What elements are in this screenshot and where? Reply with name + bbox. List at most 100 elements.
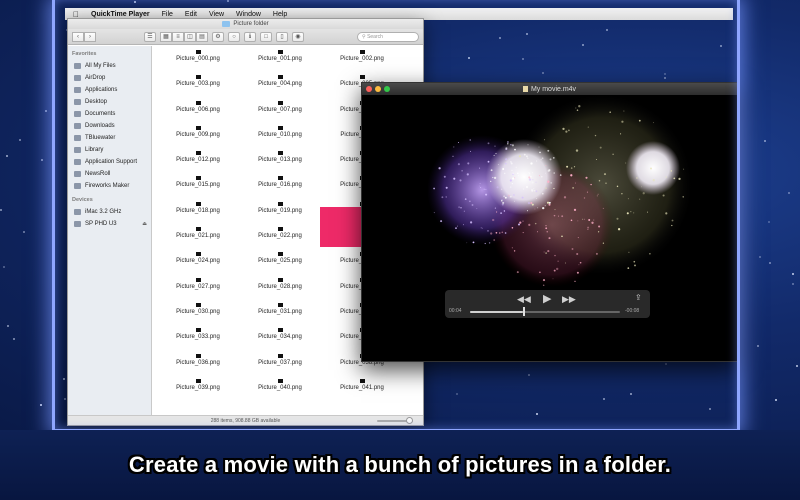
- minimize-icon[interactable]: [375, 86, 381, 92]
- file-item[interactable]: Picture_013.png: [239, 148, 321, 173]
- file-item[interactable]: Picture_028.png: [239, 275, 321, 300]
- menu-help[interactable]: Help: [273, 11, 287, 18]
- file-item[interactable]: Picture_021.png: [157, 224, 239, 249]
- menu-window[interactable]: Window: [236, 11, 261, 18]
- file-item[interactable]: Picture_037.png: [239, 351, 321, 376]
- file-item[interactable]: Picture_012.png: [157, 148, 239, 173]
- file-item[interactable]: Picture_010.png: [239, 123, 321, 148]
- fast-forward-button[interactable]: ▶▶: [562, 295, 576, 304]
- firework-small-white: [626, 141, 680, 195]
- player-titlebar[interactable]: My movie.m4v: [362, 83, 737, 95]
- menu-file[interactable]: File: [162, 11, 173, 18]
- file-item[interactable]: Picture_025.png: [239, 249, 321, 274]
- forward-button[interactable]: ›: [84, 31, 96, 42]
- sparkle: [673, 177, 676, 180]
- file-item[interactable]: Picture_019.png: [239, 199, 321, 224]
- file-item[interactable]: Picture_000.png: [157, 47, 239, 72]
- chevron-right-icon: ›: [89, 33, 91, 40]
- sparkle: [534, 208, 536, 210]
- sparkle: [478, 185, 480, 187]
- sidebar-item-documents[interactable]: Documents: [68, 108, 151, 120]
- rewind-button[interactable]: ◀◀: [517, 295, 531, 304]
- file-item[interactable]: Picture_022.png: [239, 224, 321, 249]
- action-button[interactable]: ⚙: [212, 31, 224, 42]
- file-item[interactable]: Picture_016.png: [239, 173, 321, 198]
- scrubber-playhead[interactable]: [523, 307, 525, 316]
- sparkle: [513, 200, 516, 202]
- tags-button[interactable]: ○: [228, 31, 240, 42]
- eject-icon[interactable]: ⏏: [142, 221, 147, 227]
- file-item[interactable]: Picture_031.png: [239, 300, 321, 325]
- file-item[interactable]: Picture_039.png: [157, 376, 239, 401]
- file-item[interactable]: Picture_015.png: [157, 173, 239, 198]
- share-icon[interactable]: ⇪: [635, 294, 642, 302]
- sidebar-item-fireworks-maker[interactable]: Fireworks Maker: [68, 180, 151, 192]
- file-item[interactable]: Picture_034.png: [239, 325, 321, 350]
- menu-view[interactable]: View: [209, 11, 224, 18]
- file-item[interactable]: Picture_009.png: [157, 123, 239, 148]
- sidebar-item-downloads[interactable]: Downloads: [68, 120, 151, 132]
- sparkle: [526, 157, 528, 159]
- close-icon[interactable]: [366, 86, 372, 92]
- sidebar-item-application-support[interactable]: Application Support: [68, 156, 151, 168]
- sidebar-item-library[interactable]: Library: [68, 144, 151, 156]
- sidebar-item-newsroll[interactable]: NewsRoll: [68, 168, 151, 180]
- sidebar-device-sp-phd-u3[interactable]: SP PHD U3 ⏏: [68, 218, 151, 230]
- sparkle: [457, 141, 460, 144]
- sparkle: [503, 172, 506, 175]
- menu-app-name[interactable]: QuickTime Player: [91, 11, 150, 18]
- sidebar-item-label: Applications: [85, 87, 118, 93]
- sparkle: [466, 242, 468, 244]
- file-item[interactable]: Picture_030.png: [157, 300, 239, 325]
- sidebar-item-all-my-files[interactable]: All My Files: [68, 60, 151, 72]
- file-item[interactable]: Picture_007.png: [239, 98, 321, 123]
- sparkle: [522, 232, 524, 234]
- file-item[interactable]: Picture_041.png: [321, 376, 403, 401]
- file-item[interactable]: Picture_040.png: [239, 376, 321, 401]
- file-item[interactable]: Picture_033.png: [157, 325, 239, 350]
- sparkle: [515, 166, 517, 168]
- arrange-button[interactable]: ☰: [144, 31, 156, 42]
- sparkle: [536, 160, 538, 162]
- sidebar-item-tbluewater[interactable]: TBluewater: [68, 132, 151, 144]
- play-button[interactable]: ▶: [543, 294, 551, 305]
- sparkle: [533, 188, 535, 190]
- finder-titlebar[interactable]: Picture folder: [68, 19, 423, 29]
- file-item[interactable]: Picture_002.png: [321, 47, 403, 72]
- menu-edit[interactable]: Edit: [185, 11, 197, 18]
- file-item[interactable]: Picture_003.png: [157, 72, 239, 97]
- sparkle: [564, 262, 567, 264]
- star: [664, 77, 666, 79]
- list-view-button[interactable]: ≡: [172, 31, 184, 42]
- file-item[interactable]: Picture_004.png: [239, 72, 321, 97]
- sparkle: [554, 254, 556, 257]
- file-item[interactable]: Picture_024.png: [157, 249, 239, 274]
- coverflow-view-button[interactable]: ▤: [196, 31, 208, 42]
- sidebar-item-desktop[interactable]: Desktop: [68, 96, 151, 108]
- sidebar-device-imac-3-2-ghz[interactable]: iMac 3.2 GHz: [68, 206, 151, 218]
- file-item[interactable]: Picture_001.png: [239, 47, 321, 72]
- back-button[interactable]: ‹: [72, 31, 84, 42]
- sparkle: [527, 201, 531, 205]
- file-item[interactable]: Picture_036.png: [157, 351, 239, 376]
- video-frame[interactable]: [362, 95, 738, 362]
- column-view-button[interactable]: ◫: [184, 31, 196, 42]
- zoom-icon[interactable]: [384, 86, 390, 92]
- sidebar-item-airdrop[interactable]: AirDrop: [68, 72, 151, 84]
- icon-size-slider-knob[interactable]: [406, 417, 413, 424]
- sparkle: [495, 231, 498, 234]
- folder-button[interactable]: □: [260, 31, 272, 42]
- search-input[interactable]: ⚲ Search: [357, 31, 419, 42]
- star: [759, 256, 761, 258]
- info-button[interactable]: ℹ: [244, 31, 256, 42]
- delete-button[interactable]: ▯: [276, 31, 288, 42]
- file-item[interactable]: Picture_018.png: [157, 199, 239, 224]
- sidebar-device-label: SP PHD U3: [85, 221, 117, 227]
- sparkle: [623, 110, 625, 112]
- share-button[interactable]: ◉: [292, 31, 304, 42]
- file-item[interactable]: Picture_006.png: [157, 98, 239, 123]
- sidebar-item-applications[interactable]: Applications: [68, 84, 151, 96]
- icon-view-button[interactable]: ▦: [160, 31, 172, 42]
- finder-status-bar: 288 items, 908.88 GB available: [68, 415, 423, 425]
- file-item[interactable]: Picture_027.png: [157, 275, 239, 300]
